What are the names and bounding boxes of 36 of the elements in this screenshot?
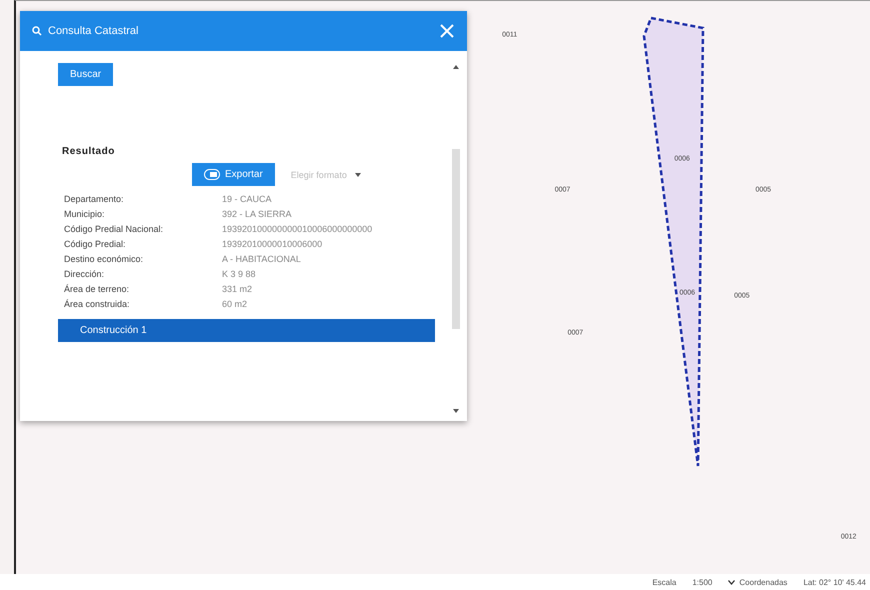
field-value: 331 m2 [222, 284, 254, 294]
map-view[interactable] [14, 0, 870, 574]
field-value: A - HABITACIONAL [222, 254, 302, 264]
field-value: 60 m2 [222, 299, 248, 309]
scale-label: Escala [652, 578, 676, 586]
coordinates-label: Coordenadas [739, 578, 788, 586]
close-icon [439, 23, 455, 39]
field-value: 193920100000000010006000000000 [222, 224, 374, 234]
search-icon [32, 26, 42, 36]
field-value: 392 - LA SIERRA [222, 209, 293, 219]
search-button[interactable]: Buscar [58, 63, 114, 86]
scale-value: 1:500 [692, 578, 712, 586]
field-label: Municipio: [64, 209, 106, 219]
coordinates-value: Lat: 02° 10' 45.44 [803, 578, 866, 586]
section-header[interactable]: Construcción 1 [58, 319, 435, 342]
field-label: Código Predial Nacional: [64, 224, 164, 234]
field-value: K 3 9 88 [222, 269, 257, 279]
field-label: Área de terreno: [64, 284, 130, 294]
result-heading: Resultado [62, 146, 116, 157]
field-value: 19 - CAUCA [222, 194, 273, 204]
format-select[interactable]: Elegir formato [290, 170, 361, 180]
field-label: Destino económico: [64, 254, 144, 264]
field-label: Dirección: [64, 269, 106, 279]
export-button[interactable]: Exportar [192, 163, 275, 186]
dialog-title: Consulta Catastral [48, 25, 140, 37]
scroll-down-icon[interactable] [453, 409, 459, 413]
export-icon [204, 169, 220, 180]
field-label: Código Predial: [64, 239, 127, 249]
caret-icon [354, 172, 361, 176]
field-label: Departamento: [64, 194, 125, 204]
field-label: Área construida: [64, 299, 131, 309]
chevron-down-icon[interactable] [728, 580, 736, 584]
close-button[interactable] [439, 23, 455, 39]
scrollbar-thumb[interactable] [452, 149, 460, 329]
scroll-up-icon[interactable] [453, 65, 459, 69]
field-value: 19392010000010006000 [222, 239, 324, 249]
